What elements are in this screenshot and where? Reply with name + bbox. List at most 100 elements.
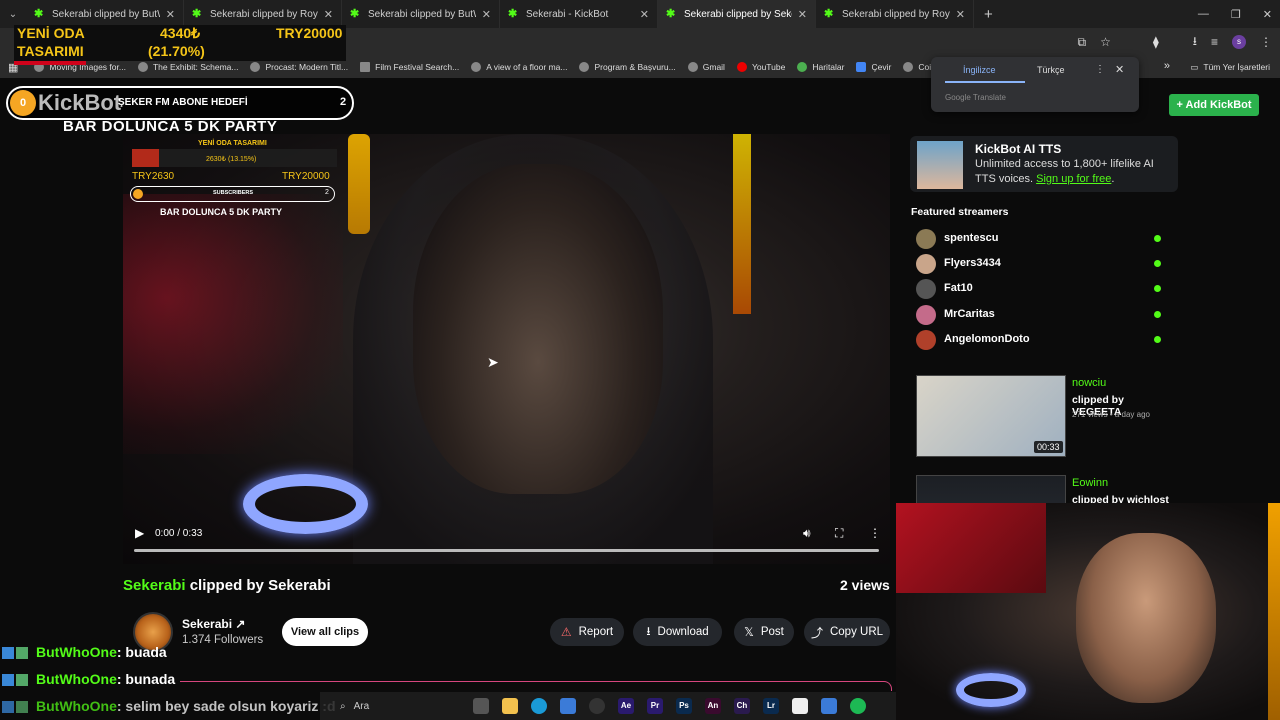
profile-avatar[interactable]: s — [1232, 35, 1246, 49]
store-icon[interactable] — [560, 698, 576, 714]
close-icon[interactable]: ✕ — [482, 8, 491, 21]
in-video-subs-value: 2 — [325, 189, 329, 196]
verified-badge-icon — [2, 647, 14, 660]
google-translate-brand: Google Translate — [945, 93, 1006, 102]
photoshop-icon[interactable]: Ps — [676, 698, 692, 714]
featured-streamer[interactable]: AngelomonDoto — [916, 330, 1166, 350]
post-button[interactable]: 𝕏 Post — [734, 618, 794, 646]
close-icon[interactable]: ✕ — [640, 8, 649, 21]
bookmark-item[interactable]: The Exhibit: Schema... — [137, 62, 238, 72]
close-icon[interactable]: ✕ — [1115, 63, 1124, 76]
translate-target-tab[interactable]: Türkçe — [1037, 65, 1065, 75]
bookmark-item[interactable]: Procast: Modern Titl... — [250, 62, 348, 72]
animate-icon[interactable]: An — [705, 698, 721, 714]
close-icon[interactable]: ✕ — [166, 8, 175, 21]
report-button[interactable]: ⚠ Report — [550, 618, 624, 646]
related-clip-card[interactable]: 00:33 nowciu clipped by VEGEETA 271 view… — [916, 375, 1176, 459]
download-button[interactable]: ⭳ Download — [633, 618, 722, 646]
kick-favicon-icon: ✱ — [350, 8, 360, 20]
close-window-icon[interactable]: ✕ — [1263, 8, 1272, 21]
close-icon[interactable]: ✕ — [798, 8, 807, 21]
app-icon[interactable] — [821, 698, 837, 714]
maximize-icon[interactable]: ❐ — [1231, 8, 1241, 21]
premiere-icon[interactable]: Pr — [647, 698, 663, 714]
after-effects-icon[interactable]: Ae — [618, 698, 634, 714]
related-clip-card[interactable]: Eowinn clipped by wichlost — [916, 475, 1176, 503]
webcam-lamp — [1268, 503, 1280, 720]
character-animator-icon[interactable]: Ch — [734, 698, 750, 714]
translate-source-tab[interactable]: İngilizce — [963, 65, 996, 75]
active-tab-underline — [945, 81, 1025, 83]
subscriber-goal-label: ŞEKER FM ABONE HEDEFİ — [118, 97, 248, 108]
taskbar-search[interactable]: ⌕ Ara — [340, 696, 460, 716]
close-icon[interactable]: ✕ — [956, 8, 965, 21]
tab[interactable]: ✱Sekerabi clipped by Royal5297✕ — [184, 0, 342, 28]
fullscreen-icon[interactable]: ⛶ — [835, 526, 843, 541]
bookmark-item-gmail[interactable]: Gmail — [687, 62, 725, 72]
in-video-subs-badge — [133, 189, 143, 199]
extensions-icon[interactable]: ⧫ — [1153, 35, 1159, 49]
copy-url-button[interactable]: ⤴ Copy URL — [804, 618, 890, 646]
in-video-party-text: BAR DOLUNCA 5 DK PARTY — [160, 207, 283, 217]
new-tab-button[interactable]: + — [984, 6, 993, 23]
more-options-icon[interactable]: ⋮ — [869, 526, 881, 540]
featured-streamer[interactable]: Flyers3434 — [916, 254, 1166, 274]
obs-icon[interactable] — [589, 698, 605, 714]
app-icon[interactable] — [792, 698, 808, 714]
bookmark-item[interactable]: Film Festival Search... — [360, 62, 459, 72]
channel-name[interactable]: Sekerabi ↗ — [182, 617, 245, 631]
featured-streamer[interactable]: MrCaritas — [916, 305, 1166, 325]
minimize-icon[interactable]: — — [1198, 8, 1209, 20]
download-icon[interactable]: ⭳ — [1193, 32, 1197, 53]
bookmark-star-icon[interactable]: ☆ — [1100, 35, 1111, 49]
party-text: BAR DOLUNCA 5 DK PARTY — [63, 118, 278, 135]
bookmark-item-translate[interactable]: Çevir — [856, 62, 891, 72]
bookmark-item-maps[interactable]: Haritalar — [797, 62, 844, 72]
bookmark-item[interactable]: A view of a floor ma... — [471, 62, 567, 72]
more-options-icon[interactable]: ⋮ — [1095, 64, 1105, 75]
tts-title: KickBot AI TTS — [975, 142, 1062, 156]
background-lamp — [348, 134, 370, 234]
spotify-icon[interactable] — [850, 698, 866, 714]
all-bookmarks[interactable]: ▭ Tüm Yer İşaretleri — [1190, 56, 1270, 78]
close-icon[interactable]: ✕ — [324, 8, 333, 21]
clip-meta: 271 views • a day ago — [1072, 410, 1150, 419]
featured-streamer[interactable]: spentescu — [916, 229, 1166, 249]
translate-icon[interactable]: ⧉ — [1078, 35, 1087, 50]
add-kickbot-button[interactable]: + Add KickBot — [1169, 94, 1259, 116]
lightroom-icon[interactable]: Lr — [763, 698, 779, 714]
video-progress-track[interactable] — [134, 549, 879, 552]
clip-channel: nowciu — [1072, 377, 1107, 389]
goal-progress-bar — [14, 61, 87, 65]
bookmark-item[interactable]: Program & Başvuru... — [579, 62, 676, 72]
reading-list-icon[interactable]: ≡ — [1211, 35, 1218, 49]
volume-icon[interactable]: 🔊︎ — [803, 526, 811, 541]
in-video-subs-label: SUBSCRIBERS — [213, 190, 254, 196]
file-explorer-icon[interactable] — [502, 698, 518, 714]
tts-promo-card: KickBot AI TTS Unlimited access to 1,800… — [910, 136, 1178, 192]
menu-icon[interactable]: ⋮ — [1260, 35, 1272, 49]
live-status-dot — [1154, 260, 1161, 267]
avatar — [916, 330, 936, 350]
tab[interactable]: ✱Sekerabi clipped by ButWhoOne✕ — [342, 0, 500, 28]
view-all-clips-button[interactable]: View all clips — [282, 618, 368, 646]
bookmark-item-youtube[interactable]: YouTube — [736, 62, 785, 72]
tab-active[interactable]: ✱Sekerabi clipped by Sekerabi✕ — [658, 0, 816, 28]
edge-icon[interactable] — [531, 698, 547, 714]
task-view-icon[interactable] — [473, 698, 489, 714]
signup-link[interactable]: Sign up for free — [1036, 173, 1111, 185]
play-icon[interactable]: ▶ — [135, 526, 144, 540]
in-video-goal-percent: 2630₺ (13.15%) — [206, 156, 257, 163]
tab-search-button[interactable]: ⌄ — [0, 0, 26, 28]
tab[interactable]: ✱ Sekerabi - KickBot ✕ — [500, 0, 658, 28]
clip-channel-link[interactable]: Sekerabi — [123, 577, 186, 594]
tab[interactable]: ✱Sekerabi clipped by Royal5297✕ — [816, 0, 974, 28]
featured-streamer[interactable]: Fat10 — [916, 279, 1166, 299]
tab[interactable]: ✱Sekerabi clipped by ButWhoOne✕ — [26, 0, 184, 28]
bookmark-favicon-icon — [137, 62, 148, 72]
live-status-dot — [1154, 285, 1161, 292]
more-bookmarks-chevron-icon[interactable]: » — [1164, 60, 1170, 72]
clip-duration: 00:33 — [1034, 441, 1063, 453]
clip-video-player[interactable]: YENİ ODA TASARIMI 2630₺ (13.15%) TRY2630… — [123, 134, 890, 564]
goal-title-line1: YENİ ODA — [17, 25, 85, 41]
